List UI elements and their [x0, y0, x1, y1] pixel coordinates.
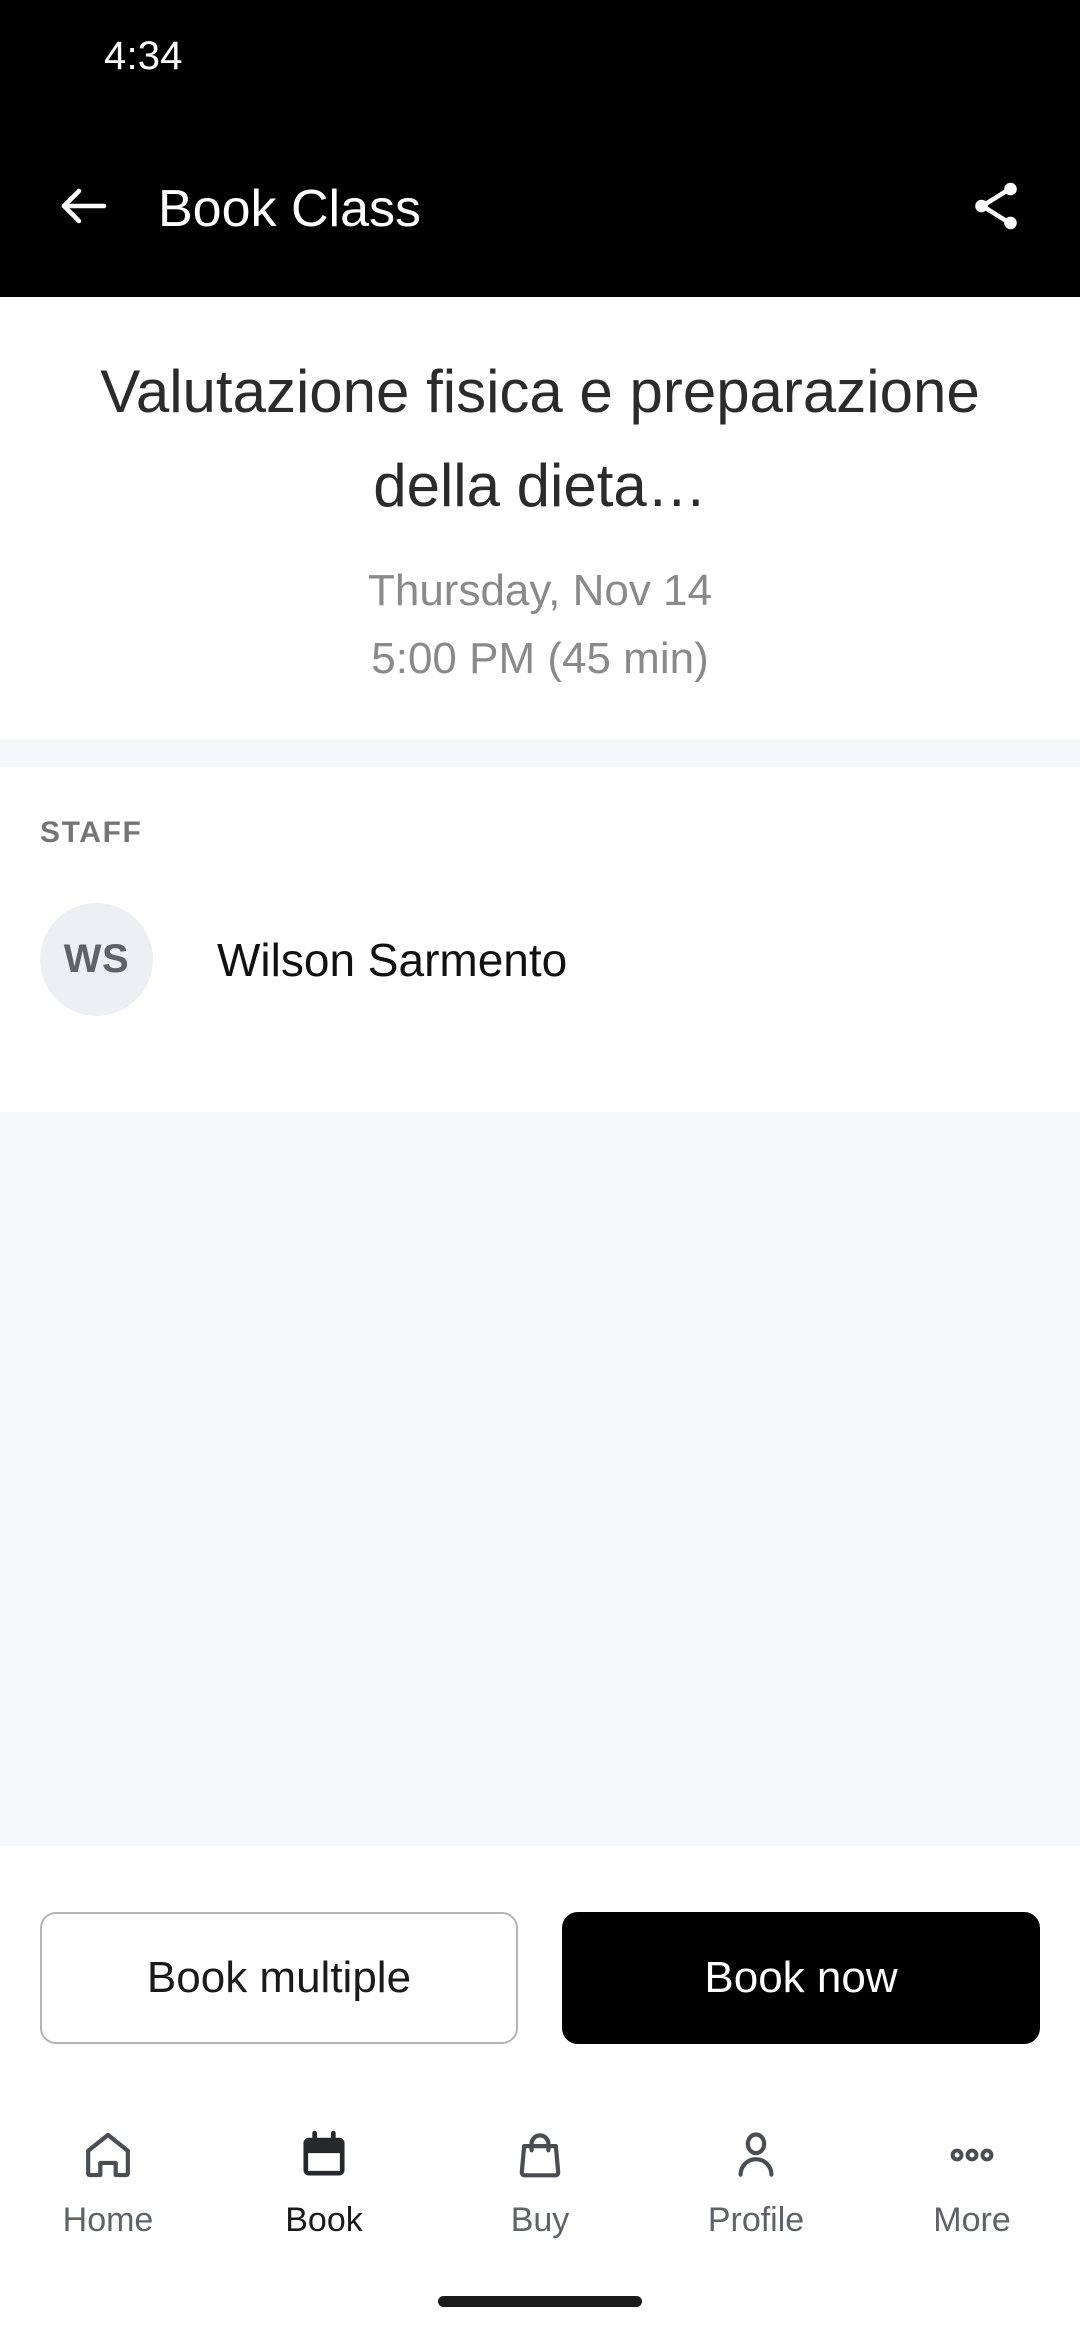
arrow-left-icon [54, 176, 114, 241]
main-content: Valutazione fisica e preparazione della … [0, 297, 1080, 2096]
staff-list-item[interactable]: WS Wilson Sarmento [40, 903, 1040, 1112]
back-button[interactable] [48, 173, 120, 245]
class-title: Valutazione fisica e preparazione della … [100, 358, 980, 519]
action-bar: Book multiple Book now [0, 1846, 1080, 2096]
status-bar: 4:34 [0, 0, 1080, 120]
avatar-initials: WS [63, 937, 130, 981]
gesture-bar [0, 2286, 1080, 2340]
phone-screen: 4:34 Book Class Valutazione fisica e pre… [0, 0, 1080, 2340]
nav-item-more[interactable]: More [864, 2122, 1080, 2240]
calendar-icon [296, 2122, 352, 2188]
nav-label-more: More [933, 2201, 1011, 2239]
person-icon [728, 2122, 784, 2188]
content-filler [0, 1112, 1080, 1846]
nav-label-profile: Profile [707, 2201, 805, 2239]
gesture-pill[interactable] [438, 2296, 642, 2307]
app-bar: Book Class [0, 120, 1080, 297]
book-now-button[interactable]: Book now [562, 1912, 1040, 2044]
staff-section-label: STAFF [40, 816, 143, 849]
share-icon [967, 177, 1025, 240]
shopping-bag-icon [512, 2122, 568, 2188]
status-bar-clock: 4:34 [104, 34, 183, 78]
nav-label-book: Book [285, 2201, 363, 2239]
share-button[interactable] [960, 173, 1032, 245]
section-divider [0, 739, 1080, 767]
class-time: 5:00 PM (45 min) [371, 634, 709, 683]
bottom-navigation: Home Book Buy Profile More [0, 2096, 1080, 2286]
avatar: WS [40, 903, 153, 1016]
nav-label-buy: Buy [510, 2201, 570, 2239]
class-header: Valutazione fisica e preparazione della … [0, 297, 1080, 739]
nav-item-profile[interactable]: Profile [648, 2122, 864, 2240]
nav-item-book[interactable]: Book [216, 2122, 432, 2240]
home-icon [80, 2122, 136, 2188]
nav-item-buy[interactable]: Buy [432, 2122, 648, 2240]
staff-section: STAFF WS Wilson Sarmento [0, 767, 1080, 1112]
class-date: Thursday, Nov 14 [367, 566, 712, 615]
more-horizontal-icon [944, 2122, 1000, 2188]
staff-name: Wilson Sarmento [217, 933, 568, 986]
nav-label-home: Home [62, 2201, 154, 2239]
page-title: Book Class [158, 179, 421, 238]
nav-item-home[interactable]: Home [0, 2122, 216, 2240]
book-multiple-button[interactable]: Book multiple [40, 1912, 518, 2044]
